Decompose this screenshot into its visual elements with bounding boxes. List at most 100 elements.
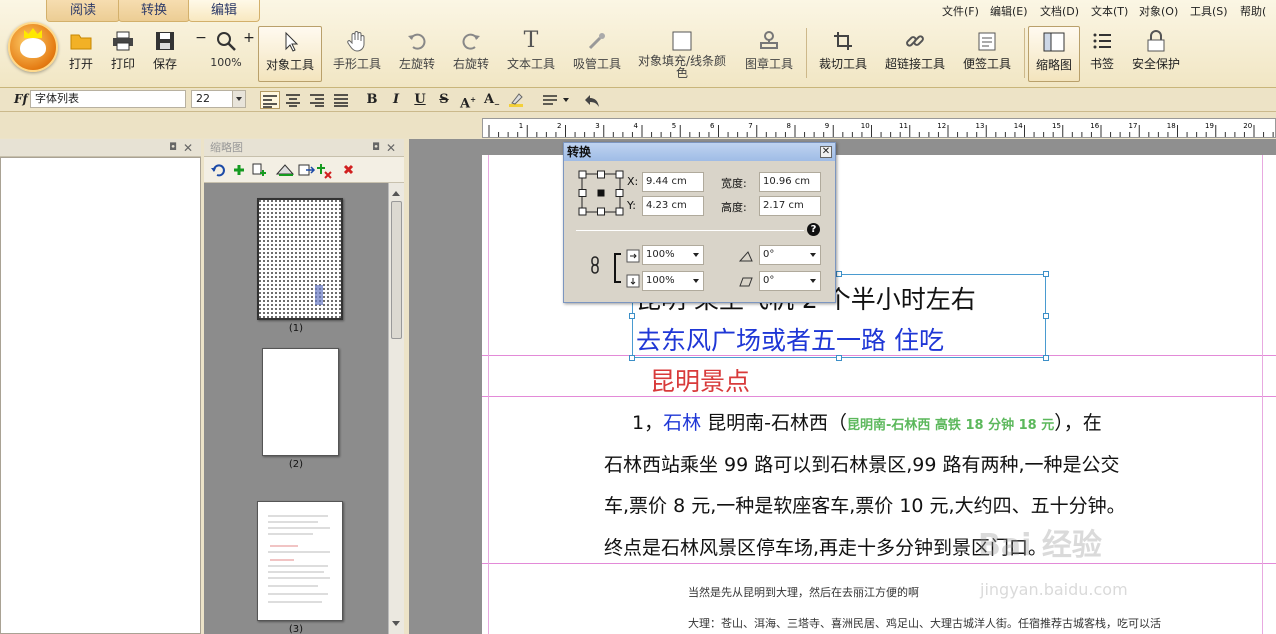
- resize-handle[interactable]: [629, 313, 635, 319]
- superscript-button[interactable]: A+: [458, 91, 478, 111]
- height-field[interactable]: 2.17 cm: [759, 196, 821, 216]
- zoom-control[interactable]: 100%: [206, 26, 246, 82]
- eyedropper-tool-button[interactable]: 吸管工具: [570, 26, 624, 82]
- document-paragraph-line[interactable]: 石林西站乘坐 99 路可以到石林景区,99 路有两种,一种是公交: [604, 450, 1120, 477]
- thumbnail-label: (1): [288, 323, 304, 334]
- document-paragraph-line[interactable]: 大理：苍山、洱海、三塔寺、喜洲民居、鸡足山、大理古城洋人街。任宿推荐古城客栈，吃…: [688, 615, 1161, 631]
- add-page-icon[interactable]: [234, 165, 244, 175]
- note-tool-button[interactable]: 便签工具: [958, 26, 1016, 82]
- italic-button[interactable]: I: [386, 91, 406, 109]
- tab-convert[interactable]: 转换: [118, 0, 190, 22]
- font-size-select[interactable]: 22: [191, 90, 246, 108]
- extract-page-icon[interactable]: [275, 164, 295, 176]
- y-field[interactable]: 4.23 cm: [642, 196, 704, 216]
- chain-link-icon[interactable]: [590, 256, 600, 274]
- stamp-tool-button[interactable]: 图章工具: [742, 26, 796, 82]
- watermark-url: jingyan.baidu.com: [980, 580, 1128, 599]
- underline-button[interactable]: U: [410, 91, 430, 109]
- crop-tool-button[interactable]: 裁切工具: [816, 26, 870, 82]
- security-button[interactable]: 安全保护: [1128, 26, 1184, 82]
- reference-point-icon[interactable]: [578, 170, 624, 216]
- close-icon[interactable]: ✕: [386, 139, 396, 157]
- hand-icon: [345, 29, 369, 53]
- delete-page-icon[interactable]: [343, 164, 354, 175]
- hyperlink-tool-button[interactable]: 超链接工具: [882, 26, 948, 82]
- object-tool-button[interactable]: 对象工具: [258, 26, 322, 82]
- tab-edit[interactable]: 编辑: [188, 0, 260, 22]
- document-paragraph-line[interactable]: 当然是先从昆明到大理，然后在去丽江方便的啊: [688, 584, 919, 600]
- thumbnails-button[interactable]: 缩略图: [1028, 26, 1080, 82]
- bold-button[interactable]: B: [362, 91, 382, 109]
- resize-handle[interactable]: [1043, 271, 1049, 277]
- pin-icon[interactable]: ◘: [372, 139, 380, 157]
- subscript-button[interactable]: A−: [482, 91, 502, 109]
- align-right-button[interactable]: [307, 91, 327, 109]
- menu-edit[interactable]: 编辑(E): [990, 3, 1028, 19]
- close-icon[interactable]: ✕: [820, 146, 832, 158]
- line-spacing-button[interactable]: [540, 91, 572, 109]
- scale-y-select[interactable]: 100%: [642, 271, 704, 291]
- rotate-left-button[interactable]: 左旋转: [394, 26, 440, 82]
- tab-read[interactable]: 阅读: [46, 0, 120, 22]
- text-tool-button[interactable]: T 文本工具: [504, 26, 558, 82]
- rotate-page-icon[interactable]: [211, 164, 225, 177]
- resize-handle[interactable]: [1043, 355, 1049, 361]
- menu-tools[interactable]: 工具(S): [1190, 3, 1228, 19]
- page-thumbnail-1[interactable]: [257, 198, 343, 320]
- ruler-label: 6: [710, 122, 715, 130]
- highlight-button[interactable]: [506, 91, 526, 109]
- document-paragraph-line[interactable]: 1，石林 昆明南-石林西（昆明南-石林西 高铁 18 分钟 18 元），在: [632, 408, 1102, 435]
- page-thumbnail-2[interactable]: [262, 348, 339, 456]
- scrollbar-thumb[interactable]: [391, 201, 402, 339]
- ruler-label: 12: [937, 122, 946, 130]
- left-panel: [0, 157, 201, 634]
- close-icon[interactable]: ✕: [183, 139, 193, 157]
- insert-page-icon[interactable]: [252, 163, 266, 176]
- menu-object[interactable]: 对象(O): [1139, 3, 1178, 19]
- document-heading[interactable]: 昆明景点: [650, 362, 750, 398]
- zoom-in-button[interactable]: +: [243, 30, 255, 48]
- pin-icon[interactable]: ◘: [169, 139, 177, 157]
- print-button[interactable]: 打印: [106, 26, 140, 82]
- export-page-icon[interactable]: [298, 164, 316, 176]
- transform-dialog[interactable]: 转换 ✕ X: 9.44 cm Y: 4.23 cm 宽度: 10.96 cm …: [563, 142, 836, 303]
- menu-text[interactable]: 文本(T): [1091, 3, 1128, 19]
- page-thumbnail-3[interactable]: [257, 501, 343, 621]
- replace-page-icon[interactable]: [317, 164, 332, 179]
- undo-button[interactable]: [582, 91, 602, 109]
- align-left-button[interactable]: [260, 91, 280, 109]
- fill-color-button[interactable]: 对象填充/线条颜色: [636, 26, 728, 82]
- resize-handle[interactable]: [629, 355, 635, 361]
- align-center-button[interactable]: [283, 91, 303, 109]
- strikethrough-button[interactable]: S: [434, 91, 454, 109]
- help-icon[interactable]: ?: [807, 223, 820, 236]
- font-list-field[interactable]: 字体列表: [30, 90, 186, 108]
- scroll-down-arrow-icon[interactable]: [392, 621, 400, 630]
- thumbnail-scrollbar[interactable]: [388, 183, 404, 634]
- width-field[interactable]: 10.96 cm: [759, 172, 821, 192]
- x-field[interactable]: 9.44 cm: [642, 172, 704, 192]
- rotate-angle-select[interactable]: 0°: [759, 245, 821, 265]
- rotate-right-button[interactable]: 右旋转: [448, 26, 494, 82]
- shilin-link[interactable]: 石林: [663, 412, 701, 434]
- skew-angle-select[interactable]: 0°: [759, 271, 821, 291]
- document-paragraph-line[interactable]: 车,票价 8 元,一种是软座客车,票价 10 元,大约四、五十分钟。: [604, 491, 1126, 518]
- scroll-up-arrow-icon[interactable]: [392, 187, 400, 196]
- dialog-title[interactable]: 转换: [564, 143, 835, 161]
- bookmarks-button[interactable]: 书签: [1084, 26, 1120, 82]
- menu-file[interactable]: 文件(F): [942, 3, 979, 19]
- app-logo[interactable]: [8, 22, 58, 72]
- watermark: Bai 经验: [978, 528, 1102, 563]
- menu-document[interactable]: 文档(D): [1040, 3, 1079, 19]
- open-button[interactable]: 打开: [64, 26, 98, 82]
- justify-button[interactable]: [331, 91, 351, 109]
- horizontal-ruler[interactable]: 1 2 3 4 5 6 7 8 9 10 11 12 13 14 15 16 17 18 19 20: [482, 118, 1276, 138]
- chevron-down-icon[interactable]: [232, 91, 245, 107]
- resize-handle[interactable]: [1043, 313, 1049, 319]
- resize-handle[interactable]: [836, 355, 842, 361]
- scale-x-select[interactable]: 100%: [642, 245, 704, 265]
- hand-tool-button[interactable]: 手形工具: [330, 26, 384, 82]
- menu-help[interactable]: 帮助(: [1240, 3, 1266, 19]
- resize-handle[interactable]: [836, 271, 842, 277]
- save-button[interactable]: 保存: [148, 26, 182, 82]
